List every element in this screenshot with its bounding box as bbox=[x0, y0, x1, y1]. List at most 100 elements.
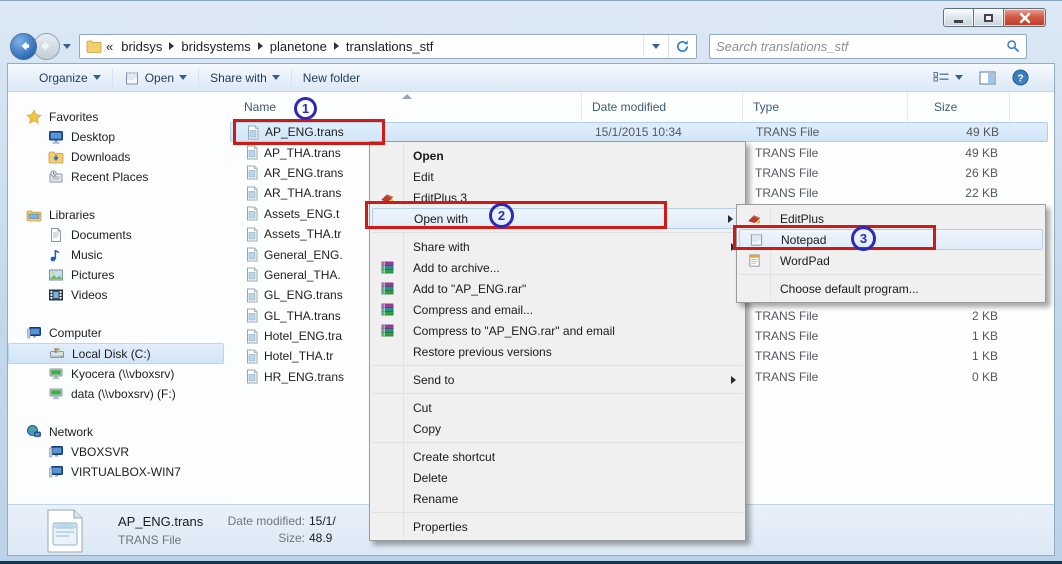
sidebar-item-recent-places[interactable]: Recent Places bbox=[8, 167, 230, 187]
selected-file-properties: Date modified: 15/1/ Size: 48.9 bbox=[193, 514, 336, 545]
submenu-arrow-icon bbox=[731, 376, 736, 384]
share-with-button[interactable]: Share with bbox=[201, 66, 289, 90]
file-size-cell: 49 KB bbox=[908, 146, 1010, 160]
libraries-icon bbox=[26, 207, 42, 223]
sidebar-item-pictures[interactable]: Pictures bbox=[8, 265, 230, 285]
menu-item-rename[interactable]: Rename bbox=[370, 488, 745, 509]
menu-item-delete[interactable]: Delete bbox=[370, 467, 745, 488]
wordpad-icon bbox=[747, 253, 762, 268]
column-header-size[interactable]: Size bbox=[908, 92, 1010, 122]
sidebar-group-computer[interactable]: Computer bbox=[8, 322, 230, 343]
globe-icon bbox=[26, 424, 42, 440]
menu-item-properties[interactable]: Properties bbox=[370, 516, 745, 537]
address-bar[interactable]: « bridsys bridsystems planetone translat… bbox=[79, 34, 697, 59]
trans-file-icon bbox=[245, 206, 259, 221]
menu-item-edit[interactable]: Edit bbox=[370, 166, 745, 187]
document-icon bbox=[48, 227, 64, 243]
column-header-date-modified[interactable]: Date modified bbox=[582, 92, 743, 122]
menu-item-cut[interactable]: Cut bbox=[370, 397, 745, 418]
selected-file-icon bbox=[44, 509, 86, 558]
refresh-button[interactable] bbox=[668, 35, 696, 58]
sidebar-group-network[interactable]: Network bbox=[8, 421, 230, 442]
history-dropdown-icon[interactable] bbox=[63, 44, 71, 49]
winrar-icon bbox=[380, 302, 395, 317]
size-value: 48.9 bbox=[305, 531, 332, 545]
organize-button[interactable]: Organize bbox=[30, 66, 110, 90]
menu-item-create-shortcut[interactable]: Create shortcut bbox=[370, 446, 745, 467]
minimize-button[interactable] bbox=[943, 8, 974, 27]
folder-icon bbox=[86, 38, 102, 54]
sidebar-group-label: Computer bbox=[49, 326, 102, 340]
menu-separator bbox=[372, 365, 743, 366]
menu-separator bbox=[372, 442, 743, 443]
forward-button[interactable] bbox=[33, 33, 60, 60]
sidebar-item-music[interactable]: Music bbox=[8, 245, 230, 265]
sidebar-item-kyocera-vboxsrv[interactable]: Kyocera (\\vboxsrv) bbox=[8, 364, 230, 384]
window-controls bbox=[943, 8, 1046, 27]
menu-item-open[interactable]: Open bbox=[370, 145, 745, 166]
breadcrumb-item-bridsys[interactable]: bridsys bbox=[117, 39, 166, 54]
menu-item-restore-previous-versions[interactable]: Restore previous versions bbox=[370, 341, 745, 362]
explorer-window: « bridsys bridsystems planetone translat… bbox=[0, 0, 1062, 564]
selected-file-type: TRANS File bbox=[118, 533, 181, 547]
breadcrumb: « bridsys bridsystems planetone translat… bbox=[102, 39, 643, 54]
file-size-cell: 0 KB bbox=[908, 370, 1010, 384]
address-dropdown-button[interactable] bbox=[643, 35, 668, 58]
menu-item-add-to-rar[interactable]: Add to "AP_ENG.rar" bbox=[370, 278, 745, 299]
column-header-type[interactable]: Type bbox=[743, 92, 908, 122]
sidebar-item-documents[interactable]: Documents bbox=[8, 225, 230, 245]
help-button[interactable]: ? bbox=[1009, 66, 1032, 90]
annotation-step-2: 2 bbox=[489, 203, 514, 228]
column-header-name[interactable]: Name bbox=[230, 92, 582, 122]
new-folder-button[interactable]: New folder bbox=[294, 66, 369, 90]
menu-item-copy[interactable]: Copy bbox=[370, 418, 745, 439]
file-size-cell: 49 KB bbox=[909, 125, 1011, 139]
sidebar-group-label: Libraries bbox=[49, 208, 95, 222]
sidebar-item-label: Pictures bbox=[71, 268, 114, 282]
new-folder-label: New folder bbox=[303, 71, 360, 85]
breadcrumb-item-bridsystems[interactable]: bridsystems bbox=[177, 39, 254, 54]
recent-places-icon bbox=[48, 169, 64, 185]
sidebar-item-vboxsvr[interactable]: VBOXSVR bbox=[8, 442, 230, 462]
preview-pane-button[interactable] bbox=[976, 66, 999, 90]
submenu-item-choose-default-program[interactable]: Choose default program... bbox=[737, 278, 1045, 299]
menu-item-share-with[interactable]: Share with bbox=[370, 236, 745, 257]
sidebar-item-data-vboxsrv-f[interactable]: data (\\vboxsrv) (F:) bbox=[8, 384, 230, 404]
open-button[interactable]: Open bbox=[115, 66, 196, 90]
sidebar-group-favorites[interactable]: Favorites bbox=[8, 106, 230, 127]
submenu-item-wordpad[interactable]: WordPad bbox=[737, 250, 1045, 271]
menu-item-add-to-archive[interactable]: Add to archive... bbox=[370, 257, 745, 278]
sidebar-item-desktop[interactable]: Desktop bbox=[8, 127, 230, 147]
sidebar-item-label: Music bbox=[71, 248, 102, 262]
menu-item-compress-and-email[interactable]: Compress and email... bbox=[370, 299, 745, 320]
file-size-cell: 1 KB bbox=[908, 329, 1010, 343]
change-view-button[interactable] bbox=[930, 66, 966, 90]
sidebar-item-label: Documents bbox=[71, 228, 132, 242]
winrar-icon bbox=[380, 281, 395, 296]
sidebar-item-downloads[interactable]: Downloads bbox=[8, 147, 230, 167]
sidebar-item-label: Desktop bbox=[71, 130, 115, 144]
column-headers: Name Date modified Type Size bbox=[230, 92, 1054, 122]
svg-text:?: ? bbox=[1017, 73, 1023, 84]
search-input[interactable] bbox=[716, 39, 1006, 54]
breadcrumb-item-planetone[interactable]: planetone bbox=[266, 39, 331, 54]
sidebar-group-libraries[interactable]: Libraries bbox=[8, 204, 230, 225]
breadcrumb-item-translations-stf[interactable]: translations_stf bbox=[342, 39, 437, 54]
menu-item-compress-to-rar-and-email[interactable]: Compress to "AP_ENG.rar" and email bbox=[370, 320, 745, 341]
sidebar-item-label: Videos bbox=[71, 288, 107, 302]
search-icon[interactable] bbox=[1006, 39, 1020, 53]
file-name: Hotel_ENG.tra bbox=[264, 329, 342, 343]
menu-item-send-to[interactable]: Send to bbox=[370, 369, 745, 390]
search-box[interactable] bbox=[709, 34, 1027, 59]
sidebar-item-virtualbox-win7[interactable]: VIRTUALBOX-WIN7 bbox=[8, 462, 230, 482]
sidebar-item-videos[interactable]: Videos bbox=[8, 285, 230, 305]
sidebar-item-local-disk-c[interactable]: Local Disk (C:) bbox=[8, 343, 224, 364]
breadcrumb-separator-icon bbox=[334, 42, 339, 50]
trans-file-icon bbox=[245, 329, 259, 344]
back-button[interactable] bbox=[10, 33, 37, 60]
maximize-button[interactable] bbox=[974, 8, 1004, 27]
minimize-icon bbox=[954, 20, 963, 23]
file-date-cell: 15/1/2015 10:34 bbox=[583, 125, 744, 139]
close-button[interactable] bbox=[1004, 8, 1046, 27]
breadcrumb-overflow[interactable]: « bbox=[102, 39, 117, 54]
